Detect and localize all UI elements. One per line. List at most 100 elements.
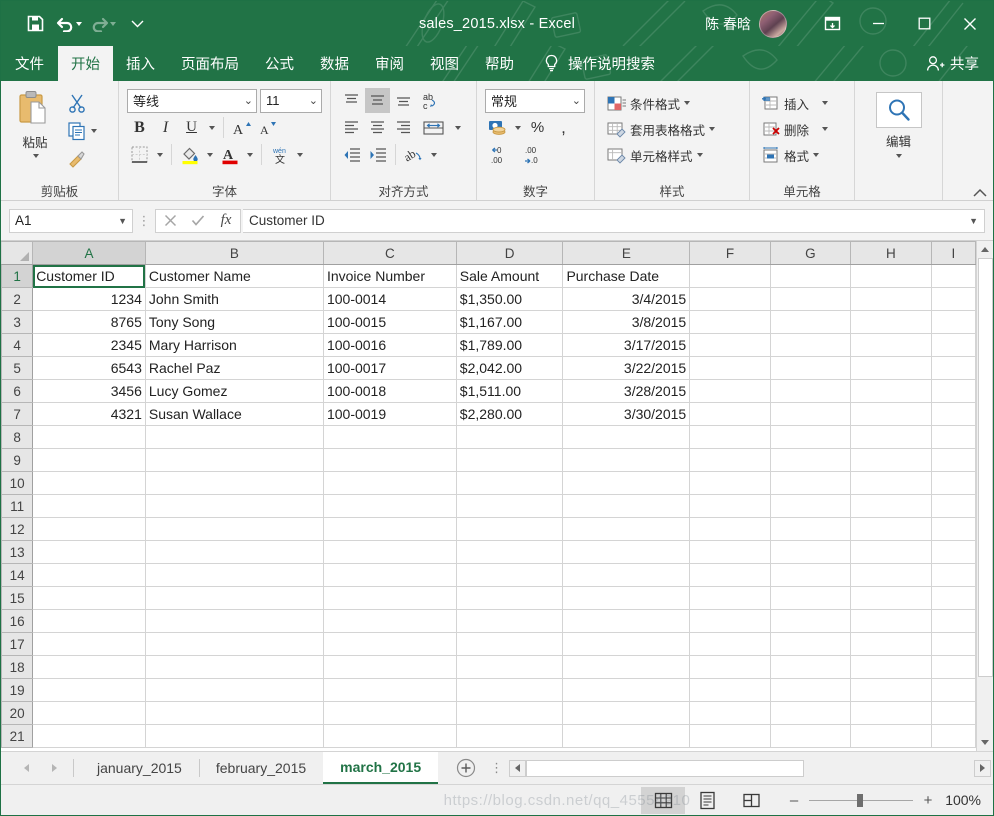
cell-h19[interactable]: [850, 678, 932, 702]
chevron-down-icon[interactable]: [813, 153, 820, 157]
cell-f21[interactable]: [689, 724, 771, 748]
cell-a1[interactable]: Customer ID: [32, 264, 146, 288]
cell-styles-button[interactable]: 单元格样式: [603, 142, 744, 168]
column-header-f[interactable]: F: [689, 241, 771, 265]
cell-c7[interactable]: 100-0019: [322, 402, 457, 426]
cell-g14[interactable]: [769, 563, 852, 587]
cell-h5[interactable]: [850, 356, 932, 380]
row-header-15[interactable]: 15: [1, 586, 34, 610]
cell-a16[interactable]: [32, 609, 146, 633]
font-color-dropdown-icon[interactable]: [243, 142, 256, 167]
cell-h11[interactable]: [850, 494, 932, 518]
normal-view-button[interactable]: [641, 786, 685, 814]
chevron-down-icon[interactable]: ⌄: [305, 94, 318, 107]
customize-quick-access-icon[interactable]: [121, 9, 153, 39]
cell-g20[interactable]: [769, 701, 852, 725]
cell-e3[interactable]: 3/8/2015: [562, 310, 691, 334]
ribbon-tab-review[interactable]: 审阅: [362, 46, 417, 81]
chevron-down-icon[interactable]: [684, 101, 691, 105]
cell-f13[interactable]: [689, 540, 771, 564]
cell-h9[interactable]: [850, 448, 932, 472]
decrease-font-size-button[interactable]: A: [255, 115, 280, 140]
cell-c21[interactable]: [322, 724, 457, 748]
tell-me-search[interactable]: 操作说明搜索: [527, 46, 665, 81]
cell-d13[interactable]: [455, 540, 564, 564]
paste-button[interactable]: 粘贴: [6, 87, 64, 181]
cell-a21[interactable]: [32, 724, 146, 748]
cell-h2[interactable]: [850, 287, 932, 311]
cell-d15[interactable]: [455, 586, 564, 610]
ribbon-tab-view[interactable]: 视图: [417, 46, 472, 81]
cell-c19[interactable]: [322, 678, 457, 702]
cell-f7[interactable]: [689, 402, 771, 426]
column-header-i[interactable]: I: [930, 241, 976, 265]
cell-e2[interactable]: 3/4/2015: [562, 287, 691, 311]
cell-c14[interactable]: [322, 563, 457, 587]
cell-c2[interactable]: 100-0014: [322, 287, 457, 311]
cell-i7[interactable]: [930, 402, 976, 426]
align-center-button[interactable]: [365, 115, 390, 140]
cell-e4[interactable]: 3/17/2015: [562, 333, 691, 357]
accounting-format-button[interactable]: [485, 115, 510, 140]
cell-d21[interactable]: [455, 724, 564, 748]
cell-g1[interactable]: [769, 264, 852, 288]
zoom-out-button[interactable]: –: [787, 792, 801, 809]
row-header-14[interactable]: 14: [1, 563, 34, 587]
cell-g15[interactable]: [769, 586, 852, 610]
row-header-8[interactable]: 8: [1, 425, 34, 449]
cell-f8[interactable]: [689, 425, 771, 449]
cell-i10[interactable]: [930, 471, 976, 495]
grid-viewport[interactable]: A B C D E F G H I 1 Customer ID Customer…: [1, 241, 976, 751]
column-header-a[interactable]: A: [32, 241, 146, 265]
cell-b19[interactable]: [144, 678, 324, 702]
ribbon-tab-data[interactable]: 数据: [307, 46, 362, 81]
column-header-e[interactable]: E: [562, 241, 691, 265]
cell-i6[interactable]: [930, 379, 976, 403]
undo-icon[interactable]: [53, 9, 85, 39]
ribbon-tab-home[interactable]: 开始: [58, 46, 113, 81]
cell-i11[interactable]: [930, 494, 976, 518]
cell-e17[interactable]: [562, 632, 691, 656]
avatar[interactable]: [759, 9, 787, 38]
phonetic-dropdown-icon[interactable]: [293, 142, 306, 167]
name-box[interactable]: A1 ▼: [9, 208, 133, 233]
cell-i1[interactable]: [930, 264, 976, 288]
cell-g4[interactable]: [769, 333, 852, 357]
phonetic-guide-button[interactable]: wén 文: [267, 142, 292, 167]
collapse-ribbon-button[interactable]: [973, 188, 987, 198]
cell-a15[interactable]: [32, 586, 146, 610]
spreadsheet-grid[interactable]: A B C D E F G H I 1 Customer ID Customer…: [1, 241, 976, 748]
align-bottom-button[interactable]: [391, 88, 416, 113]
cell-c18[interactable]: [322, 655, 457, 679]
sheet-tab-january-2015[interactable]: january_2015: [80, 752, 199, 784]
zoom-in-button[interactable]: +: [921, 792, 935, 809]
cell-e1[interactable]: Purchase Date: [562, 264, 691, 288]
row-header-17[interactable]: 17: [1, 632, 34, 656]
cell-a13[interactable]: [32, 540, 146, 564]
underline-button[interactable]: U: [179, 115, 204, 140]
share-button[interactable]: 共享: [926, 46, 993, 81]
ribbon-display-options-icon[interactable]: [809, 1, 855, 46]
undo-dropdown-icon[interactable]: [76, 21, 82, 26]
cell-d10[interactable]: [455, 471, 564, 495]
conditional-formatting-button[interactable]: 条件格式: [603, 90, 744, 116]
cell-g11[interactable]: [769, 494, 852, 518]
copy-button[interactable]: [64, 118, 100, 144]
cell-b17[interactable]: [144, 632, 324, 656]
zoom-level[interactable]: 100%: [945, 792, 993, 808]
cell-h15[interactable]: [850, 586, 932, 610]
row-header-19[interactable]: 19: [1, 678, 34, 702]
cell-f10[interactable]: [689, 471, 771, 495]
chevron-down-icon[interactable]: [696, 153, 703, 157]
cell-h17[interactable]: [850, 632, 932, 656]
cell-i2[interactable]: [930, 287, 976, 311]
cell-e8[interactable]: [562, 425, 691, 449]
paste-dropdown-icon[interactable]: [32, 154, 39, 158]
cell-b16[interactable]: [144, 609, 324, 633]
column-header-c[interactable]: C: [322, 241, 457, 265]
cell-a2[interactable]: 1234: [32, 287, 146, 311]
cut-button[interactable]: [64, 90, 100, 116]
align-middle-button[interactable]: [365, 88, 390, 113]
cell-b13[interactable]: [144, 540, 324, 564]
copy-dropdown-icon[interactable]: [91, 129, 97, 133]
